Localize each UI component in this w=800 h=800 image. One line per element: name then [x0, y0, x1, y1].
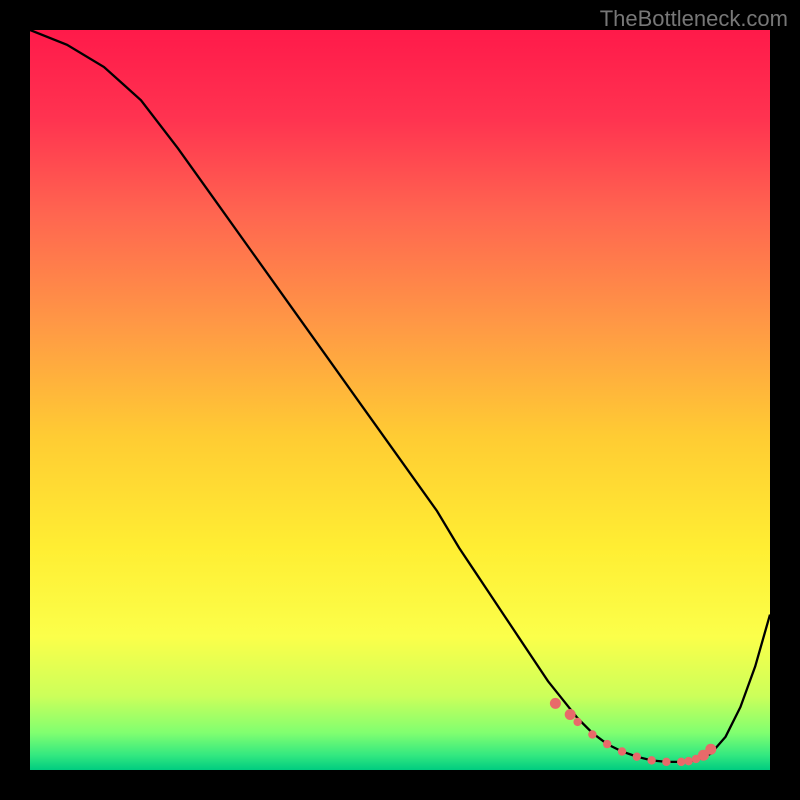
- marker-dot: [603, 740, 611, 748]
- marker-dot: [705, 744, 716, 755]
- marker-dot: [684, 757, 692, 765]
- chart-svg: [30, 30, 770, 770]
- attribution-label: TheBottleneck.com: [600, 6, 788, 32]
- marker-dot: [647, 756, 655, 764]
- marker-dot: [677, 758, 685, 766]
- marker-dot: [662, 758, 670, 766]
- marker-dot: [565, 709, 576, 720]
- marker-dot: [633, 752, 641, 760]
- gradient-background: [30, 30, 770, 770]
- marker-dot: [573, 718, 581, 726]
- marker-dot: [618, 747, 626, 755]
- chart-plot-area: [30, 30, 770, 770]
- marker-dot: [588, 730, 596, 738]
- marker-dot: [550, 698, 561, 709]
